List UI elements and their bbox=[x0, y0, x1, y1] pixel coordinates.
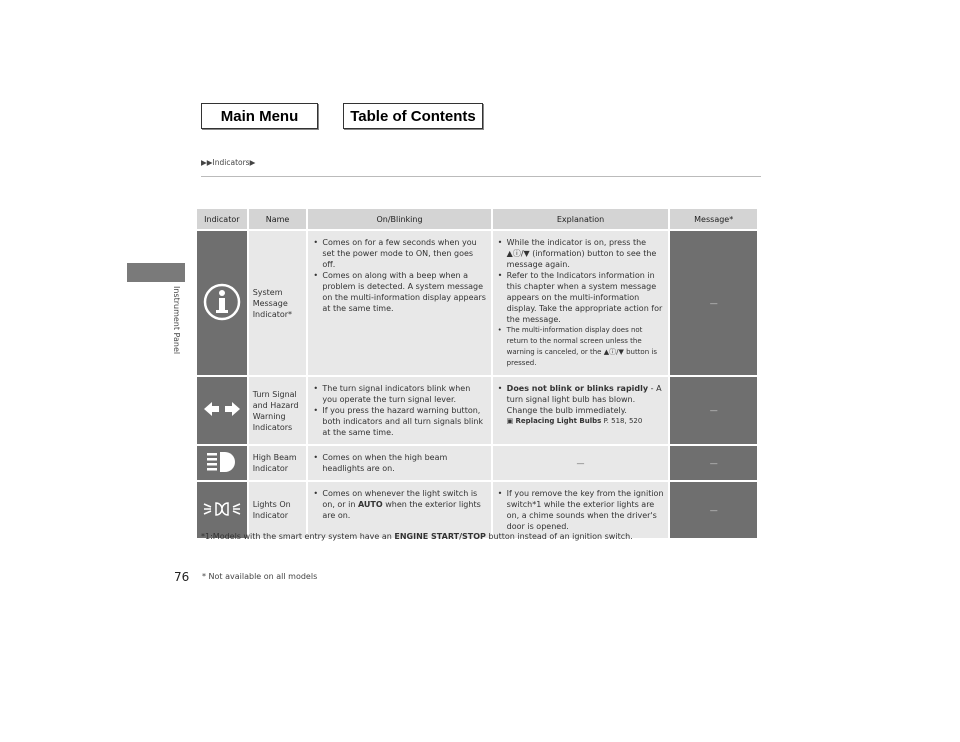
page-number: 76 bbox=[174, 570, 190, 584]
table-header: Indicator Name On/Blinking Explanation M… bbox=[197, 209, 757, 229]
turn-signal-icon bbox=[197, 377, 247, 444]
row-name: System Message Indicator* bbox=[248, 231, 307, 375]
high-beam-icon bbox=[197, 446, 247, 480]
footnote-text: *1:Models with the smart entry system ha… bbox=[201, 532, 395, 541]
row-name: High Beam Indicator bbox=[248, 446, 307, 480]
table-row: Turn Signal and Hazard Warning Indicator… bbox=[197, 377, 757, 444]
explanation-item: If you remove the key from the ignition … bbox=[498, 488, 665, 532]
explanation-item: Refer to the Indicators information in t… bbox=[498, 270, 665, 325]
row-message: — bbox=[670, 482, 757, 538]
main-menu-button[interactable]: Main Menu bbox=[201, 103, 318, 129]
row-name: Lights On Indicator bbox=[248, 482, 307, 538]
info-icon bbox=[197, 231, 247, 375]
explanation-item: While the indicator is on, press the ▲ⓘ/… bbox=[498, 237, 665, 270]
on-item: The turn signal indicators blink when yo… bbox=[313, 383, 486, 405]
on-item: Comes on when the high beam headlights a… bbox=[313, 452, 486, 474]
breadcrumb[interactable]: ▶▶Indicators▶ bbox=[201, 158, 255, 167]
on-item: Comes on for a few seconds when you set … bbox=[313, 237, 486, 270]
lights-on-icon bbox=[197, 482, 247, 538]
explanation-item: Does not blink or blinks rapidly - A tur… bbox=[498, 383, 665, 416]
table-row: System Message Indicator* Comes on for a… bbox=[197, 231, 757, 375]
on-item: Comes on along with a beep when a proble… bbox=[313, 270, 486, 314]
divider bbox=[201, 176, 761, 177]
on-item: Comes on whenever the light switch is on… bbox=[313, 488, 486, 521]
row-message: — bbox=[670, 446, 757, 480]
header-message: Message* bbox=[670, 209, 757, 229]
table-row: High Beam Indicator Comes on when the hi… bbox=[197, 446, 757, 480]
explanation-item: The multi-information display does not r… bbox=[498, 325, 665, 369]
indicator-table: Indicator Name On/Blinking Explanation M… bbox=[195, 207, 759, 540]
explanation-bold: Does not blink or blinks rapidly bbox=[506, 384, 649, 393]
on-item: If you press the hazard warning button, … bbox=[313, 405, 486, 438]
table-footnote: *1:Models with the smart entry system ha… bbox=[201, 532, 633, 541]
footnote-text: button instead of an ignition switch. bbox=[485, 532, 633, 541]
on-bold: AUTO bbox=[357, 500, 383, 509]
row-explanation: — bbox=[492, 446, 669, 480]
header-name: Name bbox=[248, 209, 307, 229]
row-message: — bbox=[670, 231, 757, 375]
manual-page: Main Menu Table of Contents ▶▶Indicators… bbox=[0, 0, 960, 742]
section-tab bbox=[127, 263, 185, 282]
row-name: Turn Signal and Hazard Warning Indicator… bbox=[248, 377, 307, 444]
ref-pages[interactable]: P. 518, 520 bbox=[604, 417, 643, 425]
table-of-contents-button[interactable]: Table of Contents bbox=[343, 103, 483, 129]
section-label: Instrument Panel bbox=[172, 286, 181, 355]
page-reference[interactable]: ▣ Replacing Light Bulbs P. 518, 520 bbox=[497, 416, 665, 427]
table-row: Lights On Indicator Comes on whenever th… bbox=[197, 482, 757, 538]
availability-note: * Not available on all models bbox=[202, 572, 318, 581]
ref-label[interactable]: Replacing Light Bulbs bbox=[516, 417, 602, 425]
footnote-bold: ENGINE START/STOP bbox=[394, 532, 486, 541]
header-indicator: Indicator bbox=[197, 209, 247, 229]
header-on-blinking: On/Blinking bbox=[308, 209, 491, 229]
header-explanation: Explanation bbox=[492, 209, 669, 229]
row-message: — bbox=[670, 377, 757, 444]
